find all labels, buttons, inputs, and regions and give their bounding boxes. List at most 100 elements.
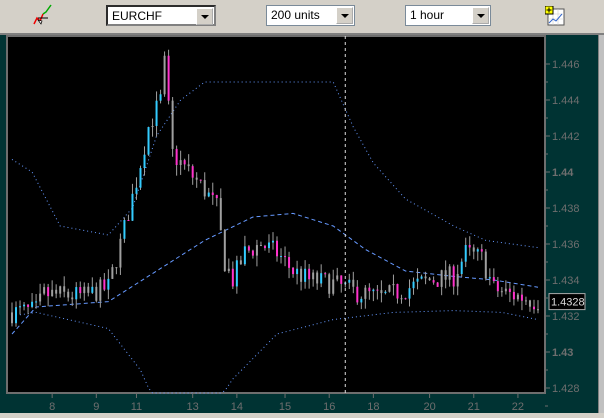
candle-body	[444, 270, 447, 280]
candle-body	[163, 55, 166, 95]
candle-body	[280, 256, 283, 258]
candle-body	[496, 281, 499, 292]
x-tick-label: 16	[323, 401, 335, 413]
candle-body	[203, 180, 206, 197]
candle-body	[263, 245, 266, 249]
candle-body	[464, 245, 467, 262]
units-select[interactable]: 200 units	[266, 5, 355, 26]
y-tick-label: 1.432	[552, 311, 580, 323]
candle-body	[512, 291, 515, 300]
candle-body	[267, 242, 270, 249]
candle-body	[537, 309, 539, 311]
candle-body	[308, 268, 311, 280]
units-value: 200 units	[271, 8, 320, 22]
candle-body	[115, 267, 118, 269]
chart-pencil-icon[interactable]	[32, 4, 54, 26]
add-chart-icon[interactable]	[544, 5, 567, 28]
symbol-select[interactable]: EURCHF	[106, 5, 216, 26]
candle-body	[135, 187, 138, 194]
candle-body	[436, 282, 439, 287]
chevron-down-icon[interactable]	[336, 7, 353, 24]
candle-body	[75, 287, 78, 300]
price-chart[interactable]: 1.446 1.444 1.442 1.44 1.438 1.436 1.434 1.432 1…	[0, 35, 598, 413]
candle-body	[131, 193, 134, 221]
candle-body	[35, 301, 38, 303]
candle-body	[476, 249, 479, 252]
chevron-down-icon[interactable]	[472, 7, 489, 24]
candle-body	[452, 266, 455, 287]
candle-body	[159, 94, 162, 101]
candle-body	[416, 278, 419, 282]
candle-body	[187, 164, 190, 167]
candle-body	[139, 168, 142, 188]
candle-body	[376, 289, 379, 291]
candle-body	[15, 307, 18, 324]
candle-body	[392, 283, 395, 286]
candle-body	[271, 240, 274, 243]
y-tick-label: 1.434	[552, 275, 580, 287]
candle-body	[27, 304, 30, 307]
candle-body	[83, 286, 86, 294]
candle-body	[356, 286, 359, 303]
candle-body	[320, 273, 323, 284]
candle-body	[316, 272, 319, 284]
chart-svg[interactable]: 1.4461.4441.4421.441.4381.4361.4341.4321…	[0, 35, 598, 413]
candle-body	[111, 267, 114, 279]
candle-body	[71, 297, 74, 300]
candle-body	[215, 195, 218, 199]
chevron-down-icon[interactable]	[196, 8, 213, 25]
candle-body	[31, 301, 34, 307]
symbol-value: EURCHF	[112, 9, 162, 23]
candle-body	[360, 298, 363, 303]
candle-body	[183, 160, 186, 165]
y-tick-label: 1.444	[552, 95, 580, 107]
candle-body	[87, 286, 90, 293]
candle-body	[324, 273, 327, 275]
timeframe-select[interactable]: 1 hour	[405, 5, 491, 26]
candle-body	[380, 290, 383, 294]
candle-body	[259, 245, 262, 247]
candle-body	[155, 100, 158, 126]
candle-body	[400, 298, 403, 300]
y-tick-label: 1.43	[552, 347, 573, 359]
candle-body	[484, 251, 487, 279]
candle-body	[251, 250, 254, 256]
candle-body	[296, 268, 299, 275]
candle-body	[472, 247, 475, 252]
candle-body	[312, 272, 315, 280]
candle-body	[239, 260, 242, 265]
candle-body	[123, 219, 126, 239]
candle-body	[247, 246, 250, 251]
x-tick-label: 20	[423, 401, 435, 413]
candle-body	[336, 275, 339, 280]
candle-body	[388, 285, 391, 292]
y-tick-label: 1.44	[552, 167, 574, 179]
candle-body	[119, 238, 122, 268]
candle-body	[528, 300, 531, 307]
candle-body	[328, 274, 331, 294]
candle-body	[143, 154, 146, 169]
candle-body	[332, 279, 335, 294]
candle-body	[488, 277, 491, 279]
candle-body	[340, 275, 343, 284]
candle-body	[468, 245, 471, 248]
candle-body	[500, 291, 503, 293]
toolbar: EURCHF 200 units 1 hour	[0, 0, 604, 35]
candle-body	[520, 294, 523, 301]
candle-body	[19, 306, 22, 308]
candle-body	[171, 100, 174, 149]
candle-body	[440, 270, 443, 287]
candle-body	[432, 280, 435, 283]
candle-body	[288, 257, 291, 268]
candle-body	[235, 260, 238, 287]
candle-body	[284, 256, 287, 258]
candle-body	[372, 289, 375, 292]
candle-body	[396, 283, 399, 299]
y-tick-label: 1.436	[552, 239, 580, 251]
candle-body	[39, 293, 42, 302]
candle-body	[504, 288, 507, 292]
y-tick-label: 1.442	[552, 131, 580, 143]
candle-body	[103, 279, 106, 290]
candle-body	[231, 268, 234, 287]
x-tick-label: 11	[131, 401, 142, 413]
